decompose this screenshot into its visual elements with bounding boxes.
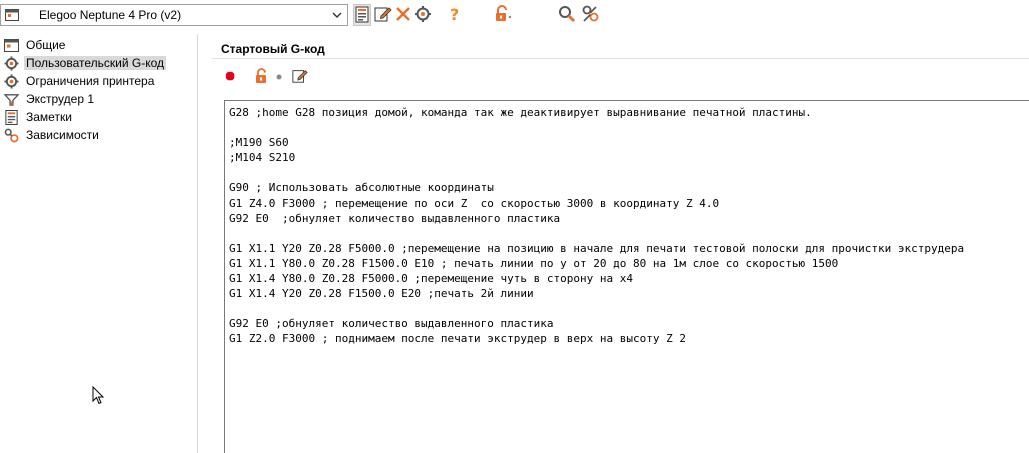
top-toolbar: Elegoo Neptune 4 Pro (v2) ? (0, 0, 1029, 33)
gcode-line: G1 X1.4 Y80.0 Z0.28 F5000.0 ;перемещение… (229, 272, 633, 286)
sidebar-item-label: Заметки (26, 110, 72, 124)
compare-presets-icon[interactable] (414, 5, 432, 23)
gear-icon (3, 73, 19, 89)
gcode-line (229, 120, 1029, 135)
unlock-icon[interactable] (254, 68, 270, 84)
gcode-line: G92 E0 ;обнуляет количество выдавленного… (229, 317, 554, 331)
start-gcode-editor[interactable]: G28 ;home G28 позиция домой, команда так… (224, 100, 1029, 453)
mouse-cursor-icon (92, 385, 106, 406)
printer-preset-value: Elegoo Neptune 4 Pro (v2) (39, 8, 182, 22)
search-icon[interactable] (558, 5, 576, 23)
sidebar-item-printer-limits[interactable]: Ограничения принтера (3, 72, 156, 90)
gcode-line: G1 Z2.0 F3000 ; поднимаем после печати э… (229, 332, 686, 346)
gcode-line (229, 226, 1029, 241)
gcode-line (229, 165, 1029, 180)
chevron-down-icon[interactable] (331, 9, 343, 21)
printer-general-icon (3, 37, 19, 53)
edit-preset-icon[interactable] (374, 5, 392, 23)
gcode-gear-icon (3, 55, 19, 71)
section-title: Стартовый G-код (221, 42, 325, 56)
save-preset-icon[interactable] (353, 4, 371, 26)
sidebar-item-label: Зависимости (26, 128, 99, 142)
svg-text:?: ? (450, 5, 459, 23)
unlock-icon[interactable] (494, 5, 512, 23)
gcode-line: G90 ; Использовать абсолютные координаты (229, 181, 494, 195)
notes-icon (3, 109, 19, 125)
gcode-line: G1 X1.1 Y80.0 Z0.28 F1500.0 E10 ; печать… (229, 256, 839, 270)
sidebar-item-notes[interactable]: Заметки (3, 108, 74, 126)
edit-gcode-icon[interactable] (292, 68, 308, 84)
gcode-line: G28 ;home G28 позиция домой, команда так… (229, 106, 812, 119)
delete-preset-icon[interactable] (394, 5, 412, 23)
sidebar-item-label: Ограничения принтера (26, 74, 155, 88)
sidebar-item-label: Экструдер 1 (26, 92, 95, 106)
gcode-line (229, 301, 1029, 316)
sidebar-item-label: Общие (26, 38, 66, 52)
gcode-line: ;M104 S210 (229, 151, 296, 165)
gcode-line: G1 X1.4 Y20 Z0.28 F1500.0 E20 ;печать 2й… (229, 287, 534, 301)
record-macro-icon[interactable] (222, 68, 238, 84)
sidebar-item-label: Пользовательский G-код (24, 56, 166, 70)
extruder-icon (3, 91, 19, 107)
gcode-line: ;M190 S60 (229, 136, 289, 150)
help-icon[interactable]: ? (446, 5, 464, 23)
gcode-line: G92 E0 ;обнуляет количество выдавленного… (229, 211, 561, 225)
gcode-line: G1 X1.1 Y20 Z0.28 F5000.0 ;перемещение н… (229, 241, 965, 255)
dependencies-icon (3, 127, 19, 143)
settings-tools-icon[interactable] (582, 5, 600, 23)
sidebar-item-dependencies[interactable]: Зависимости (3, 126, 101, 144)
gcode-line: G1 Z4.0 F3000 ; перемещение по оси Z со … (229, 196, 720, 210)
sidebar-item-general[interactable]: Общие (3, 36, 67, 54)
printer-preset-select[interactable]: Elegoo Neptune 4 Pro (v2) (0, 4, 348, 26)
sidebar-item-custom-gcode[interactable]: Пользовательский G-код (3, 54, 166, 72)
section-divider (212, 58, 1029, 59)
printer-icon (5, 9, 19, 21)
sidebar-item-extruder-1[interactable]: Экструдер 1 (3, 90, 96, 108)
modified-dot-icon (275, 68, 283, 84)
